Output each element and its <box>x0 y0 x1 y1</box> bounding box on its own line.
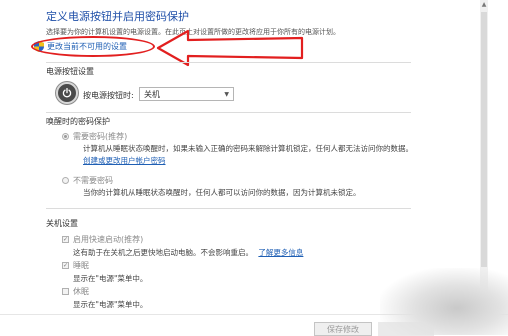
select-value: 关机 <box>144 89 160 99</box>
fast-startup-checkbox[interactable]: ✓ <box>62 236 69 243</box>
change-unavailable-settings-link[interactable]: 更改当前不可用的设置 <box>34 38 127 54</box>
sleep-checkbox[interactable]: ✓ <box>62 262 69 269</box>
fast-startup-description: 这有助于在关机之后更快地启动电脑。不会影响重启。 了解更多信息 <box>73 247 303 258</box>
hibernate-label: 休眠 <box>73 287 89 296</box>
power-button-action-label: 按电源按钮时: <box>83 91 134 100</box>
password-not-required-description: 当你的计算机从睡眠状态唤醒时，任何人都可以访问你的数据，因为计算机未锁定。 <box>83 188 361 197</box>
blurred-watermark-area <box>380 268 508 335</box>
password-required-description: 计算机从睡眠状态唤醒时，如果未输入正确的密码来解除计算机锁定，任何人都无法访问你… <box>83 144 413 153</box>
divider <box>46 112 411 113</box>
change-link-label: 更改当前不可用的设置 <box>47 41 127 51</box>
page-title: 定义电源按钮并启用密码保护 <box>46 10 189 23</box>
fast-startup-description-text: 这有助于在关机之后更快地启动电脑。不会影响重启。 <box>73 248 253 257</box>
sleep-label: 睡眠 <box>73 261 89 270</box>
save-changes-button[interactable]: 保存修改 <box>314 322 372 336</box>
check-icon: ✓ <box>62 262 69 269</box>
sleep-description: 显示在"电源"菜单中。 <box>73 274 148 283</box>
create-change-password-link[interactable]: 创建或更改用户帐户密码 <box>83 155 166 166</box>
password-not-required-radio[interactable] <box>62 177 69 184</box>
scrollbar-thumb[interactable] <box>481 12 487 267</box>
chevron-down-icon: ▼ <box>224 90 229 98</box>
check-icon: ✓ <box>62 236 69 243</box>
power-button-action-select[interactable]: 关机 ▼ <box>139 87 234 101</box>
password-not-required-label: 不需要密码 <box>73 176 113 185</box>
power-button-section-title: 电源按钮设置 <box>46 67 94 76</box>
hibernate-checkbox[interactable] <box>62 288 69 295</box>
wake-password-section-title: 唤醒时的密码保护 <box>46 117 110 126</box>
uac-shield-icon <box>34 40 44 52</box>
password-required-radio[interactable] <box>62 133 69 140</box>
shutdown-section-title: 关机设置 <box>46 219 78 228</box>
page-subtitle: 选择要为你的计算机设置的电源设置。在此页上对设置所做的更改将应用于你所有的电源计… <box>46 28 340 36</box>
divider <box>46 208 411 209</box>
divider <box>46 62 411 63</box>
power-icon <box>56 82 78 104</box>
password-required-label: 需要密码(推荐) <box>73 132 128 141</box>
fast-startup-label: 启用快速启动(推荐) <box>73 235 144 244</box>
hibernate-description: 显示在"电源"菜单中。 <box>73 300 148 309</box>
learn-more-link[interactable]: 了解更多信息 <box>258 248 303 257</box>
vertical-scrollbar[interactable]: ▲ ▼ <box>480 0 488 312</box>
scroll-up-icon[interactable]: ▲ <box>480 0 488 10</box>
